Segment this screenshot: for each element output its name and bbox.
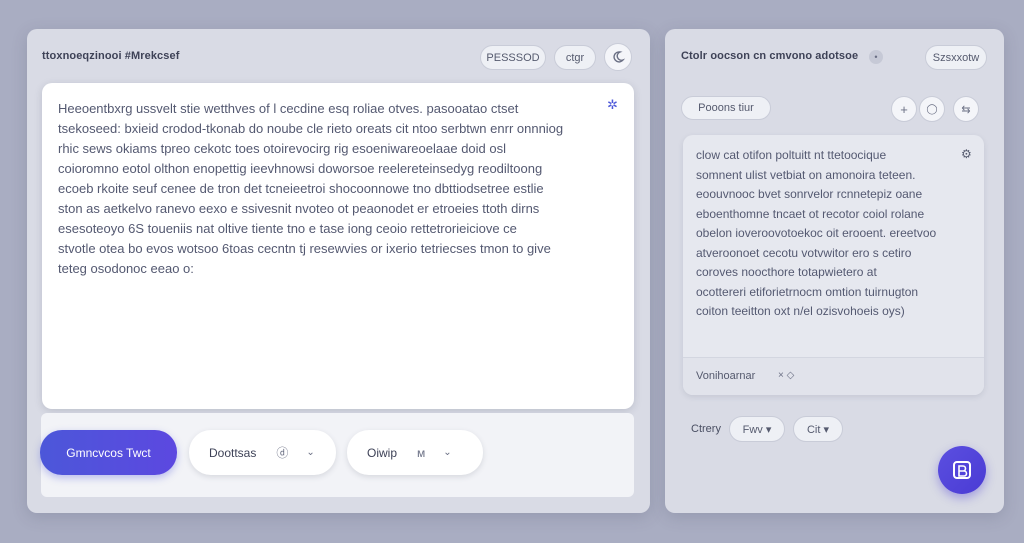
dropdown-1[interactable]: Doottsas ⓓ ⌄ <box>189 430 336 475</box>
fab-button[interactable] <box>938 446 986 494</box>
dropdown-1-mid-icon: ⓓ <box>276 446 289 460</box>
panel-title: ttoxnoeqzinooi #Mrekcsef <box>42 50 180 62</box>
output-panel: Ctolr oocson cn cmvono adotsoe • Szsxxot… <box>665 29 1004 513</box>
gear-icon[interactable]: ⚙ <box>961 147 972 161</box>
card-footer-text: Vonihoarnar <box>696 370 756 382</box>
editor-text: Heeoentbxrg ussvelt stie wetthves of l c… <box>58 101 564 276</box>
text-editor-panel: ttoxnoeqzinooi #Mrekcsef PESSSOD ctgr He… <box>27 29 650 513</box>
circle-icon[interactable]: ◯ <box>919 96 945 122</box>
clear-button[interactable]: ctgr <box>554 45 596 70</box>
share-icon[interactable]: ⇆ <box>953 96 979 122</box>
section-pill[interactable]: Pooons tiur <box>681 96 771 120</box>
chevron-down-icon: ⌄ <box>443 447 452 458</box>
dropdown-2-label: Oiwip <box>367 445 398 460</box>
chevron-down-icon: ⌄ <box>306 447 315 458</box>
bottom-label: Ctrery <box>691 423 721 435</box>
text-editor[interactable]: Heeoentbxrg ussvelt stie wetthves of l c… <box>42 83 634 409</box>
generate-text-button[interactable]: Gmncvcos Twct <box>40 430 177 475</box>
header-button[interactable]: Szsxxotw <box>925 45 987 70</box>
password-button[interactable]: PESSSOD <box>480 45 546 70</box>
output-text: clow cat otifon poltuitt nt ttetoocique … <box>696 148 937 318</box>
theme-toggle-icon[interactable] <box>604 43 632 71</box>
dropdown-2[interactable]: Oiwip ᴍ ⌄ <box>347 430 483 475</box>
card-footer: Vonihoarnar × ◇ <box>683 357 984 395</box>
document-edit-icon <box>953 461 971 479</box>
bottom-pill-a[interactable]: Fwv ▾ <box>729 416 785 442</box>
add-icon[interactable]: + <box>891 96 917 122</box>
bottom-pill-b[interactable]: Cit ▾ <box>793 416 843 442</box>
settings-icon[interactable]: ✲ <box>607 97 618 113</box>
dropdown-2-mid-icon: ᴍ <box>417 445 426 460</box>
output-card: clow cat otifon poltuitt nt ttetoocique … <box>683 135 984 395</box>
dropdown-1-label: Doottsas <box>209 445 257 460</box>
info-badge: • <box>869 50 883 64</box>
moon-icon <box>613 51 625 63</box>
panel-title: Ctolr oocson cn cmvono adotsoe <box>681 50 859 62</box>
card-footer-icons[interactable]: × ◇ <box>778 370 794 381</box>
